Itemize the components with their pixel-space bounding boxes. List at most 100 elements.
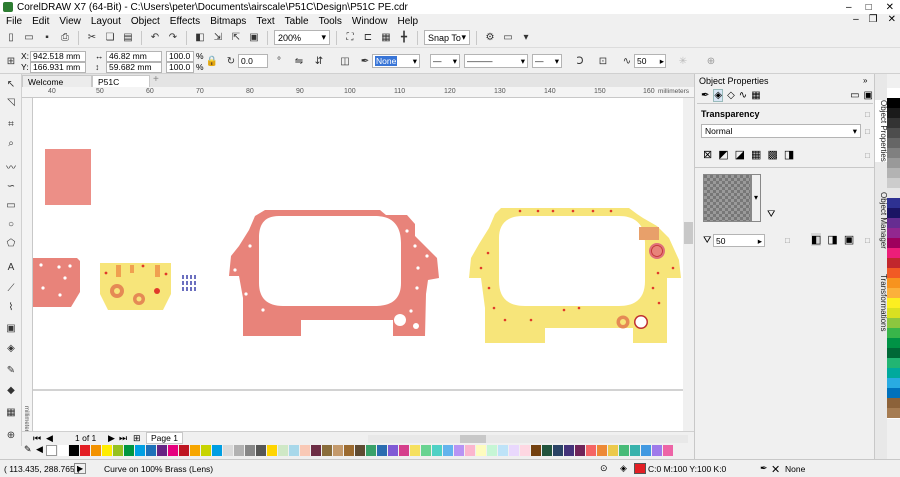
palette-left-icon[interactable]: ◀ [36,444,43,455]
color-swatch[interactable] [663,445,674,456]
y-position-field[interactable]: 166.931 mm [30,62,86,73]
color-swatch[interactable] [421,445,432,456]
color-swatch[interactable] [619,445,630,456]
menu-edit[interactable]: Edit [32,16,49,27]
line-style-combo[interactable]: ——— ▾ [464,54,528,68]
zoom-levels-combo[interactable]: 200% ▾ [274,30,330,45]
menu-layout[interactable]: Layout [91,16,121,27]
scale-height-field[interactable]: 100.0 [166,62,194,73]
color-swatch[interactable] [223,445,234,456]
apply-fill-icon[interactable]: ◧ [811,233,822,246]
settings-icon[interactable]: ▣ [864,90,873,101]
color-swatch[interactable] [553,445,564,456]
text-wrap-icon[interactable]: Ↄ [573,54,587,68]
height-field[interactable]: 59.682 mm [106,62,162,73]
color-swatch[interactable] [388,445,399,456]
menu-effects[interactable]: Effects [170,16,200,27]
open-icon[interactable]: ▭ [22,31,36,45]
color-swatch[interactable] [465,445,476,456]
end-arrowhead-combo[interactable]: — ▾ [532,54,562,68]
text-tool-icon[interactable]: A [4,261,18,275]
freehand-tool-icon[interactable]: 〰 [4,162,18,176]
color-swatch[interactable] [168,445,179,456]
color-swatch[interactable] [443,445,454,456]
smoothing-value-field[interactable]: 50 ▸ [634,54,666,68]
menu-tools[interactable]: Tools [319,16,342,27]
color-swatch[interactable] [179,445,190,456]
color-swatch[interactable] [58,445,69,456]
cut-icon[interactable]: ✂ [85,31,99,45]
option-toggle-icon[interactable]: □ [785,236,790,245]
color-swatch[interactable] [608,445,619,456]
save-icon[interactable]: ▪ [40,31,54,45]
copy-icon[interactable]: ❏ [103,31,117,45]
red-panel[interactable] [229,210,439,336]
color-swatch[interactable] [124,445,135,456]
rotation-angle-field[interactable]: 0.0 [238,54,268,68]
new-tab-icon[interactable]: + [153,74,159,85]
color-swatch[interactable] [234,445,245,456]
x-position-field[interactable]: 942.518 mm [30,51,86,62]
menu-bitmaps[interactable]: Bitmaps [210,16,246,27]
color-swatch[interactable] [887,408,900,419]
color-swatch[interactable] [91,445,102,456]
add-page-icon[interactable]: ⊞ [133,433,141,444]
publish-pdf-icon[interactable]: ▣ [247,31,261,45]
scale-width-field[interactable]: 100.0 [166,51,194,62]
parallel-dimension-icon[interactable]: ⟋ [4,282,18,296]
color-swatch[interactable] [69,445,80,456]
smart-fill-icon[interactable]: ▦ [4,406,18,420]
color-swatch[interactable] [476,445,487,456]
fill-tab-icon[interactable]: ◈ [713,89,724,102]
color-swatch[interactable] [377,445,388,456]
color-swatch[interactable] [586,445,597,456]
full-screen-icon[interactable]: ⛶ [343,31,357,45]
add-tool-icon[interactable]: ⊕ [4,429,18,443]
lock-ratio-icon[interactable]: 🔒 [205,54,219,68]
add-icon[interactable]: ⊕ [704,54,718,68]
color-swatch[interactable] [113,445,124,456]
guidelines-icon[interactable]: ╋ [397,31,411,45]
page-tab[interactable]: Page 1 [146,432,183,444]
artistic-media-icon[interactable]: ∽ [4,180,18,194]
color-swatch[interactable] [366,445,377,456]
no-transparency-icon[interactable]: ⊠ [703,148,712,161]
outline-tab-icon[interactable]: ✒ [701,90,709,101]
import-icon[interactable]: ⇲ [211,31,225,45]
mirror-vertical-icon[interactable]: ⇵ [312,54,326,68]
color-swatch[interactable] [157,445,168,456]
color-swatch[interactable] [630,445,641,456]
doc-close-icon[interactable]: ✕ [888,14,896,25]
color-swatch[interactable] [311,445,322,456]
color-swatch[interactable] [520,445,531,456]
object-origin-icon[interactable]: ⊞ [4,54,18,68]
menu-view[interactable]: View [59,16,81,27]
horizontal-scrollbar[interactable] [368,435,688,443]
convert-to-curves-icon[interactable]: ⊡ [596,54,610,68]
menu-text[interactable]: Text [256,16,274,27]
weld-icon[interactable]: ◫ [338,54,352,68]
drop-shadow-icon[interactable]: ▣ [4,322,18,336]
fountain-transparency-icon[interactable]: ◪ [735,148,745,161]
texture-transparency-icon[interactable]: ◨ [784,148,794,161]
rectangle-tool-icon[interactable]: ▭ [4,199,18,213]
color-proof-icon[interactable]: ⊙ [600,463,608,474]
color-swatch[interactable] [652,445,663,456]
color-swatch[interactable] [135,445,146,456]
color-swatch[interactable] [102,445,113,456]
outline-width-combo[interactable]: None ▾ [372,54,420,68]
section-toggle-icon[interactable]: □ [865,236,870,245]
color-eyedropper-icon[interactable]: ✎ [4,364,18,378]
color-swatch[interactable] [399,445,410,456]
color-swatch[interactable] [333,445,344,456]
transparency-preview[interactable] [703,174,751,222]
rulers-icon[interactable]: ⊏ [361,31,375,45]
connector-tool-icon[interactable]: ⌇ [4,301,18,315]
mirror-horizontal-icon[interactable]: ⇋ [292,54,306,68]
menu-file[interactable]: File [6,16,22,27]
vector-pattern-icon[interactable]: ▦ [751,148,761,161]
scroll-thumb[interactable] [460,435,486,443]
pick-tool-icon[interactable]: ↖ [4,78,18,92]
doc-restore-icon[interactable]: ❐ [869,14,878,25]
launch-icon[interactable]: ▭ [501,31,515,45]
